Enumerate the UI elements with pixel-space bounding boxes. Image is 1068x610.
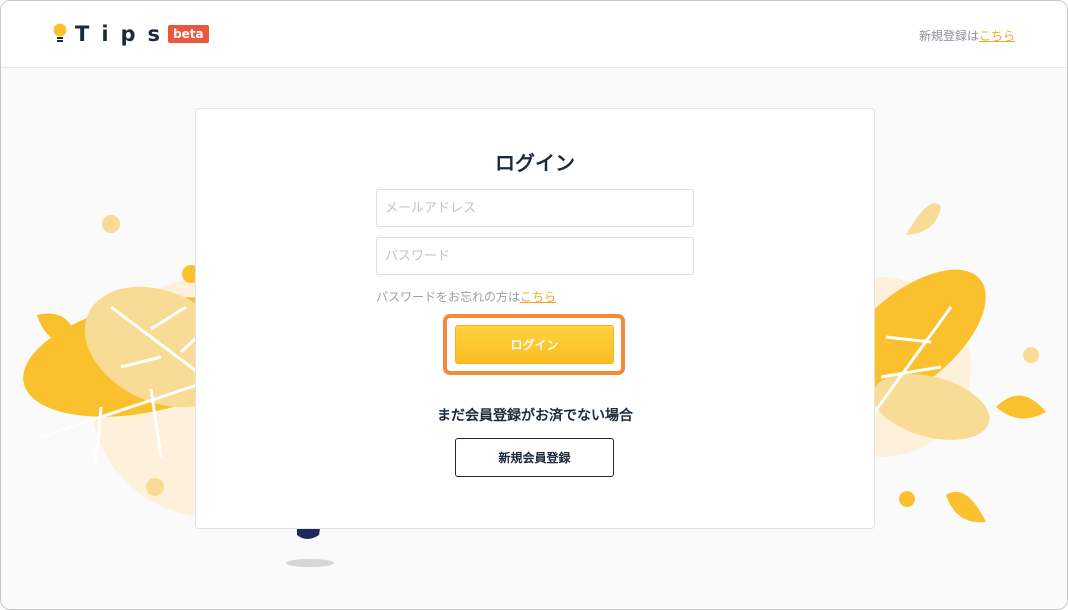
header-register-link[interactable]: こちら — [979, 29, 1015, 43]
login-card: ログイン パスワードをお忘れの方はこちら ログイン まだ会員登録がお済でない場合… — [195, 108, 875, 529]
forgot-password-prefix: パスワードをお忘れの方は — [376, 290, 521, 304]
logo-text: Tips — [75, 22, 173, 46]
header-register-prompt: 新規登録はこちら — [919, 27, 1015, 44]
email-input[interactable] — [376, 189, 694, 227]
tips-logo[interactable]: Tips beta — [53, 21, 209, 47]
not-member-text: まだ会員登録がお済でない場合 — [437, 408, 633, 424]
login-button[interactable]: ログイン — [455, 325, 614, 364]
forgot-password-text: パスワードをお忘れの方はこちら — [376, 288, 556, 305]
app-window: Tips beta 新規登録はこちら ログイン パスワードをお忘れの方はこちら … — [0, 0, 1068, 610]
top-header: Tips beta 新規登録はこちら — [1, 1, 1067, 68]
login-title: ログイン — [495, 151, 575, 175]
forgot-password-link[interactable]: こちら — [520, 290, 556, 304]
beta-badge: beta — [168, 25, 209, 43]
password-input[interactable] — [376, 237, 694, 275]
header-register-prefix: 新規登録は — [918, 29, 979, 43]
lightbulb-icon — [53, 23, 67, 42]
register-button[interactable]: 新規会員登録 — [455, 438, 614, 477]
